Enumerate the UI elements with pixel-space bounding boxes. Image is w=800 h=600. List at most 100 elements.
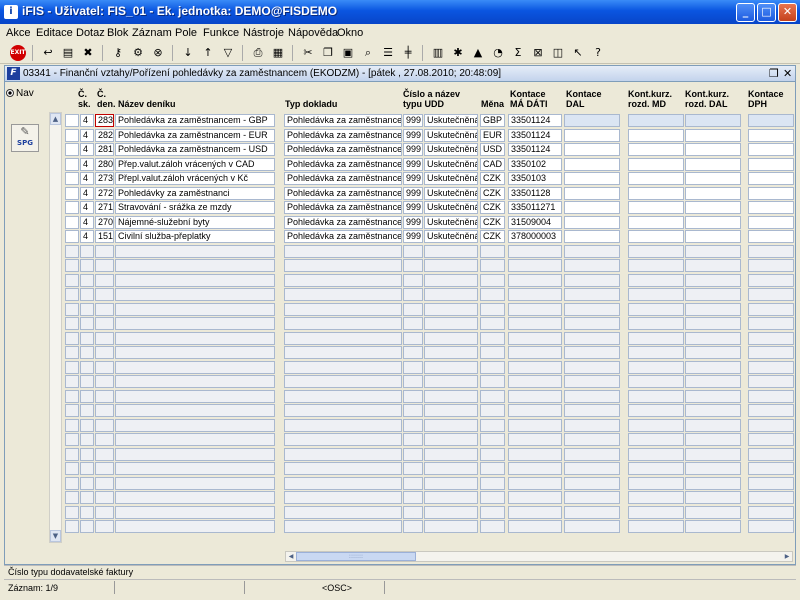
cell-md[interactable] (508, 245, 562, 258)
cell-den[interactable] (95, 520, 114, 533)
cell-md[interactable]: 31509004 (508, 216, 562, 229)
cell-udd[interactable] (403, 332, 423, 345)
cell-sk[interactable] (80, 477, 94, 490)
cell-md[interactable] (508, 317, 562, 330)
cell-kmd[interactable] (628, 361, 684, 374)
cell-udd-name[interactable] (424, 332, 478, 345)
cell-md[interactable] (508, 288, 562, 301)
cell-den[interactable] (95, 404, 114, 417)
cell-udd[interactable]: 999 (403, 143, 423, 156)
excel-icon[interactable]: ⊠ (530, 45, 546, 61)
cell-udd-name[interactable]: Uskutečněná (424, 129, 478, 142)
cell-dph[interactable] (748, 433, 794, 446)
row-indicator[interactable] (65, 448, 79, 461)
cell-den[interactable]: 272 (95, 187, 114, 200)
row-indicator[interactable] (65, 361, 79, 374)
menu-blok[interactable]: Blok (107, 27, 128, 39)
cell-kmd[interactable] (628, 259, 684, 272)
cell-md[interactable] (508, 419, 562, 432)
cell-typ[interactable] (284, 448, 402, 461)
sum-icon[interactable]: Σ (510, 45, 526, 61)
row-indicator[interactable] (65, 375, 79, 388)
cell-mena[interactable] (480, 259, 505, 272)
cell-den[interactable]: 283 (95, 114, 114, 127)
row-indicator[interactable] (65, 259, 79, 272)
cell-typ[interactable] (284, 491, 402, 504)
cell-nazev[interactable] (115, 491, 275, 504)
cell-udd-name[interactable]: Uskutečněná (424, 158, 478, 171)
cell-den[interactable]: 273 (95, 172, 114, 185)
warning-icon[interactable]: ▲ (470, 45, 486, 61)
cell-dph[interactable] (748, 259, 794, 272)
cell-mena[interactable]: CZK (480, 201, 505, 214)
cell-md[interactable]: 33501124 (508, 143, 562, 156)
cell-den[interactable]: 280 (95, 158, 114, 171)
cell-md[interactable]: 33501128 (508, 187, 562, 200)
cell-md[interactable] (508, 477, 562, 490)
cell-sk[interactable] (80, 491, 94, 504)
cell-sk[interactable] (80, 274, 94, 287)
cell-den[interactable]: 270 (95, 216, 114, 229)
menu-akce[interactable]: Akce (6, 27, 30, 39)
cell-typ[interactable] (284, 274, 402, 287)
cell-sk[interactable] (80, 288, 94, 301)
cell-kmd[interactable] (628, 245, 684, 258)
cell-udd-name[interactable] (424, 462, 478, 475)
cell-nazev[interactable]: Nájemné-služební byty (115, 216, 275, 229)
cell-den[interactable] (95, 462, 114, 475)
cell-nazev[interactable] (115, 317, 275, 330)
cell-sk[interactable]: 4 (80, 114, 94, 127)
cell-kmd[interactable] (628, 201, 684, 214)
cell-udd[interactable] (403, 462, 423, 475)
sort-asc-icon[interactable]: ↓ (180, 45, 196, 61)
cell-kmd[interactable] (628, 332, 684, 345)
cell-typ[interactable]: Pohledávka za zaměstnancem (284, 129, 402, 142)
cell-kmd[interactable] (628, 274, 684, 287)
cell-nazev[interactable] (115, 477, 275, 490)
cell-sk[interactable] (80, 375, 94, 388)
cell-udd[interactable] (403, 346, 423, 359)
row-indicator[interactable] (65, 303, 79, 316)
cell-kdal[interactable] (685, 419, 741, 432)
cell-kmd[interactable] (628, 158, 684, 171)
cell-mena[interactable] (480, 520, 505, 533)
cell-sk[interactable] (80, 317, 94, 330)
row-indicator[interactable] (65, 433, 79, 446)
cell-kdal[interactable] (685, 158, 741, 171)
cell-md[interactable]: 33501124 (508, 129, 562, 142)
minimize-button[interactable]: _ (736, 3, 755, 22)
cell-kmd[interactable] (628, 317, 684, 330)
cell-udd[interactable] (403, 520, 423, 533)
row-indicator[interactable] (65, 520, 79, 533)
cell-udd-name[interactable] (424, 390, 478, 403)
cell-sk[interactable] (80, 448, 94, 461)
cell-kdal[interactable] (685, 390, 741, 403)
cell-nazev[interactable] (115, 274, 275, 287)
cell-mena[interactable] (480, 346, 505, 359)
cell-kmd[interactable] (628, 288, 684, 301)
cell-dph[interactable] (748, 361, 794, 374)
cell-kmd[interactable] (628, 129, 684, 142)
cell-kdal[interactable] (685, 230, 741, 243)
cell-kmd[interactable] (628, 303, 684, 316)
cell-den[interactable]: 271 (95, 201, 114, 214)
cell-md[interactable] (508, 361, 562, 374)
cell-mena[interactable]: CZK (480, 187, 505, 200)
menu-napoveda[interactable]: Nápověda (288, 27, 338, 39)
cell-sk[interactable] (80, 259, 94, 272)
cell-mena[interactable] (480, 303, 505, 316)
cell-md[interactable]: 378000003 (508, 230, 562, 243)
cell-sk[interactable] (80, 390, 94, 403)
cell-typ[interactable] (284, 477, 402, 490)
row-indicator[interactable] (65, 390, 79, 403)
cell-sk[interactable]: 4 (80, 187, 94, 200)
find-icon[interactable]: ⌕ (360, 45, 376, 61)
cell-udd[interactable] (403, 245, 423, 258)
cell-sk[interactable]: 4 (80, 230, 94, 243)
cell-kmd[interactable] (628, 172, 684, 185)
cell-md[interactable] (508, 274, 562, 287)
cell-den[interactable] (95, 303, 114, 316)
cell-udd-name[interactable] (424, 419, 478, 432)
cell-md[interactable]: 335011271 (508, 201, 562, 214)
cell-typ[interactable] (284, 245, 402, 258)
